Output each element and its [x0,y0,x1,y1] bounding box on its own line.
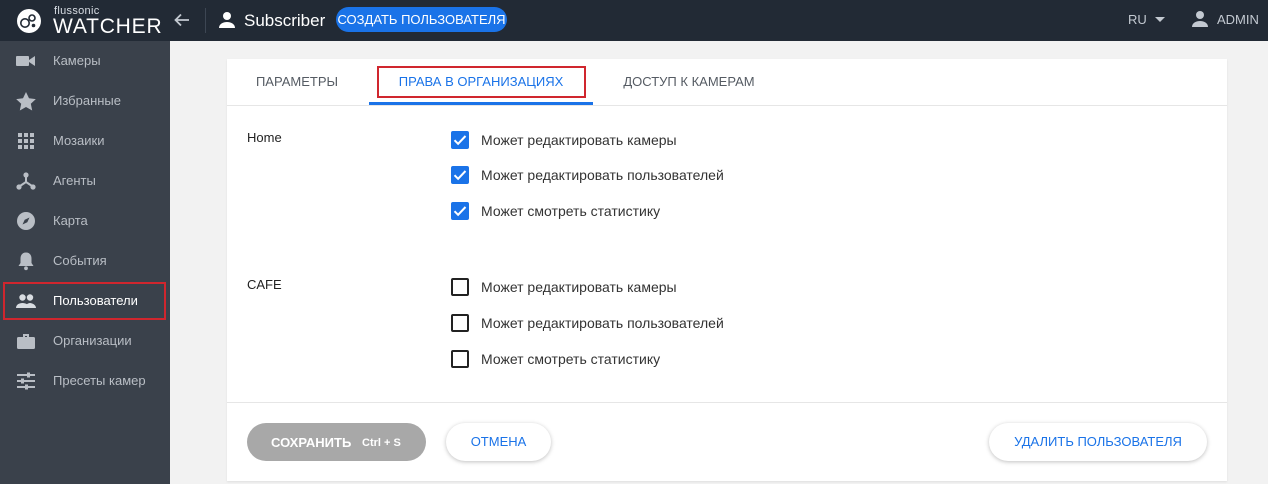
sidebar-item-label: Мозаики [53,133,105,148]
sidebar-item-label: Организации [53,333,132,348]
top-bar: flussonic WATCHER Subscriber СОЗДАТЬ ПОЛ… [0,0,1268,41]
briefcase-icon [17,334,35,349]
sidebar-item-label: События [53,253,107,268]
user-icon [219,12,235,28]
checkmark-icon [453,206,467,217]
organization-name: CAFE [247,277,282,292]
user-edit-card: ПАРАМЕТРЫ ПРАВА В ОРГАНИЗАЦИЯХ ДОСТУП К … [227,59,1227,481]
language-selector[interactable]: RU [1128,12,1147,27]
sidebar-item-favorites[interactable]: Избранные [0,81,170,121]
permission-label: Может смотреть статистику [481,351,661,367]
sidebar-item-agents[interactable]: Агенты [0,161,170,201]
divider [227,402,1227,403]
bell-icon [18,252,34,271]
checkmark-icon [453,170,467,181]
sidebar-item-label: Избранные [53,93,121,108]
divider [205,8,206,33]
sidebar-item-label: Камеры [53,53,101,68]
tab-highlight-frame [377,66,586,98]
sidebar-item-cameras[interactable]: Камеры [0,41,170,81]
network-icon [16,172,36,190]
sidebar-item-map[interactable]: Карта [0,201,170,241]
checkbox-checked[interactable] [451,166,469,184]
users-icon [16,294,36,308]
sidebar-item-mosaics[interactable]: Мозаики [0,121,170,161]
sidebar-item-label: Карта [53,213,88,228]
sidebar: Камеры Избранные Мозаики Агенты Карта Со… [0,41,170,484]
create-user-button[interactable]: СОЗДАТЬ ПОЛЬЗОВАТЕЛЯ [336,7,507,32]
sliders-icon [17,372,35,390]
caret-down-icon[interactable] [1155,17,1165,22]
permission-label: Может редактировать камеры [481,132,677,148]
checkbox-checked[interactable] [451,131,469,149]
account-icon[interactable] [1190,9,1210,29]
sidebar-item-camera-presets[interactable]: Пресеты камер [0,361,170,401]
sidebar-item-organizations[interactable]: Организации [0,321,170,361]
video-camera-icon [16,56,35,66]
compass-icon [17,212,35,230]
save-button[interactable]: СОХРАНИТЬ Ctrl + S [247,423,426,461]
save-shortcut-hint: Ctrl + S [362,437,401,449]
checkbox-checked[interactable] [451,202,469,220]
sidebar-item-label: Агенты [53,173,96,188]
permission-label: Может редактировать камеры [481,279,677,295]
permission-label: Может смотреть статистику [481,203,661,219]
tab-camera-access[interactable]: ДОСТУП К КАМЕРАМ [609,59,769,105]
logo[interactable]: flussonic WATCHER [14,4,163,38]
checkbox-unchecked[interactable] [451,350,469,368]
logo-product-text: WATCHER [53,15,163,38]
permission-label: Может редактировать пользователей [481,167,724,183]
sidebar-item-label: Пользователи [53,293,138,308]
checkbox-unchecked[interactable] [451,314,469,332]
organization-name: Home [247,130,282,145]
delete-user-button[interactable]: УДАЛИТЬ ПОЛЬЗОВАТЕЛЯ [989,423,1207,461]
tab-bar: ПАРАМЕТРЫ ПРАВА В ОРГАНИЗАЦИЯХ ДОСТУП К … [227,59,1227,106]
back-arrow-icon[interactable] [172,10,192,30]
cancel-button[interactable]: ОТМЕНА [446,423,551,461]
sidebar-item-users[interactable]: Пользователи [2,281,167,321]
flussonic-logo-icon [17,9,41,33]
checkbox-unchecked[interactable] [451,278,469,296]
star-icon [16,92,36,111]
page-title: Subscriber [244,11,326,30]
save-button-label: СОХРАНИТЬ [271,435,352,450]
grid-icon [18,133,34,149]
checkmark-icon [453,135,467,146]
sidebar-item-events[interactable]: События [0,241,170,281]
sidebar-item-label: Пресеты камер [53,373,146,388]
permission-label: Может редактировать пользователей [481,315,724,331]
account-name[interactable]: ADMIN [1217,12,1259,27]
active-tab-indicator [369,102,593,105]
tab-parameters[interactable]: ПАРАМЕТРЫ [241,59,353,105]
